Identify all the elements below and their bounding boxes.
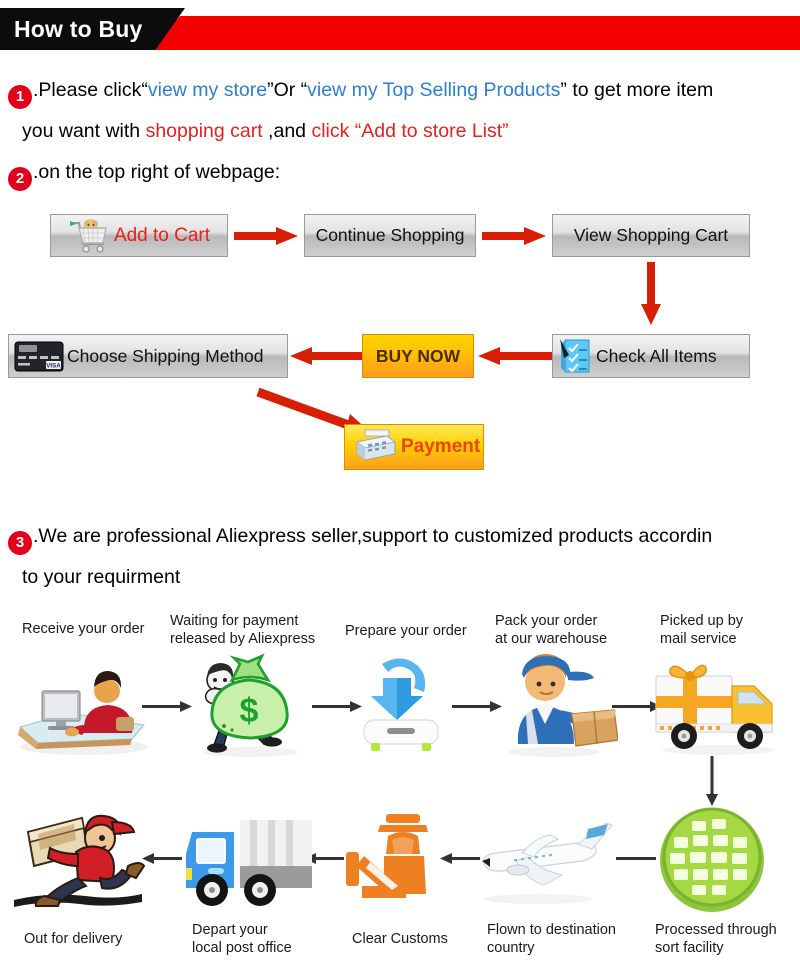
check-all-items-label: Check All Items: [596, 345, 717, 366]
arrow-view-cart-to-check-items: [641, 262, 661, 325]
step-2-number: 2: [8, 167, 32, 191]
process-label-clear-customs: Clear Customs: [352, 931, 448, 947]
process-label-flown-destination: Flown to destination country: [487, 922, 616, 956]
page-title: How to Buy: [14, 16, 143, 42]
choose-shipping-method-label: Choose Shipping Method: [67, 345, 264, 366]
post-truck-icon: [186, 820, 312, 906]
view-top-selling-products-link[interactable]: view my Top Selling Products: [307, 79, 560, 101]
process-label-receive-order: Receive your order: [22, 621, 145, 637]
step-1-line-1: 1 .Please click“view my store”Or “view my…: [8, 70, 713, 111]
process-label-waiting-payment: Waiting for payment released by Aliexpre…: [170, 613, 316, 647]
step-2-line: 2 .on the top right of webpage:: [8, 152, 280, 193]
shopping-cart-icon: [69, 218, 107, 253]
checklist-icon: [560, 339, 590, 373]
add-to-store-list-emphasis: click “Add to store List”: [311, 120, 509, 142]
arrow-prepare-to-pack: [452, 701, 502, 712]
download-arrow-icon: [363, 658, 439, 751]
process-label-pack-order: Pack your order at our warehouse: [495, 613, 608, 647]
process-label-picked-up: Picked up by mail service: [660, 613, 744, 647]
view-shopping-cart-label: View Shopping Cart: [573, 225, 729, 245]
choose-shipping-method-button[interactable]: VISA Choose Shipping Method: [8, 334, 288, 378]
step-1-text-b: ”Or “: [267, 79, 308, 101]
buy-now-button[interactable]: BUY NOW: [362, 334, 474, 378]
warehouse-worker-icon: [508, 654, 618, 757]
step-3-number: 3: [8, 531, 32, 555]
step-3-line-2: to your requirment: [22, 557, 180, 598]
step-1-text-c: ” to get more item: [560, 79, 714, 101]
arrow-pickup-to-sort-facility: [706, 756, 718, 806]
page-header-banner: How to Buy: [0, 8, 800, 50]
view-my-store-link[interactable]: view my store: [148, 79, 267, 101]
process-label-prepare-order: Prepare your order: [345, 623, 467, 639]
continue-shopping-label: Continue Shopping: [315, 225, 465, 245]
step-3-text-1: .We are professional Aliexpress seller,s…: [33, 525, 713, 547]
step-1-line2-a: you want with: [22, 120, 146, 142]
globe-sort-icon: [660, 807, 764, 912]
payment-button[interactable]: Payment: [344, 424, 484, 470]
step-1-number: 1: [8, 85, 32, 109]
money-bag-icon: $: [202, 653, 298, 757]
visa-logo-text: VISA: [46, 363, 61, 370]
arrow-continue-to-view-cart: [482, 227, 546, 245]
arrow-add-to-cart-to-continue: [234, 227, 298, 245]
step-2-text: .on the top right of webpage:: [33, 161, 281, 183]
cash-register-icon: [356, 429, 396, 461]
view-shopping-cart-button[interactable]: View Shopping Cart: [552, 214, 750, 257]
process-label-sort-facility: Processed through sort facility: [655, 922, 777, 956]
dollar-sign-text: $: [240, 692, 259, 730]
process-label-depart-post-office: Depart your local post office: [192, 922, 292, 956]
add-to-cart-label: Add to Cart: [113, 224, 211, 246]
gift-truck-icon: [655, 664, 774, 755]
customs-officer-icon: [346, 814, 428, 898]
running-courier-icon: [14, 814, 146, 907]
person-at-computer-icon: [18, 671, 148, 755]
shopping-cart-emphasis: shopping cart: [145, 120, 263, 142]
step-1-line-2: you want with shopping cart ,and click “…: [22, 111, 509, 152]
header-red-band: [150, 16, 800, 50]
buy-now-label: BUY NOW: [375, 345, 461, 366]
step-1-text-a: .Please click“: [33, 79, 148, 101]
step-3-line-1: 3 .We are professional Aliexpress seller,…: [8, 516, 712, 557]
payment-label: Payment: [401, 436, 481, 457]
arrow-check-items-to-buy-now: [478, 347, 554, 365]
arrow-buy-now-to-shipping: [290, 347, 366, 365]
check-all-items-button[interactable]: Check All Items: [552, 334, 750, 378]
step-1-line2-b: ,and: [262, 120, 312, 142]
step-3-text-2: to your requirment: [22, 566, 181, 588]
credit-card-icon: VISA: [14, 341, 64, 372]
continue-shopping-button[interactable]: Continue Shopping: [304, 214, 476, 257]
airplane-icon: [482, 822, 613, 904]
process-label-out-for-delivery: Out for delivery: [24, 931, 123, 947]
arrow-receive-to-waiting: [142, 701, 192, 712]
add-to-cart-button[interactable]: Add to Cart: [50, 214, 228, 257]
